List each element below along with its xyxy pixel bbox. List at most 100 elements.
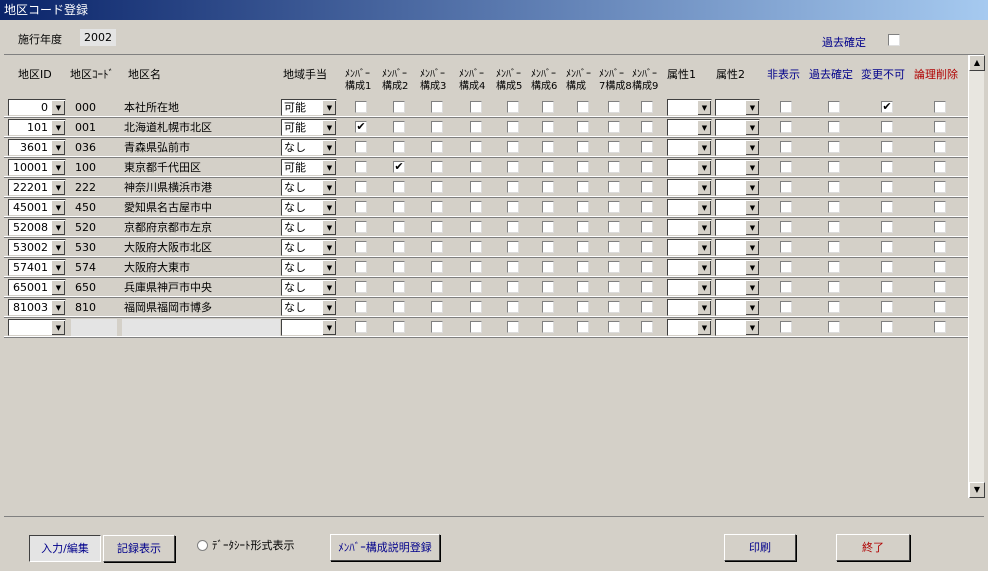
member-5-checkbox[interactable] — [507, 201, 519, 213]
chevron-down-icon[interactable]: ▼ — [697, 240, 711, 255]
attr2-select[interactable]: ▼ — [715, 99, 760, 116]
attr2-select[interactable]: ▼ — [715, 259, 760, 276]
chevron-down-icon[interactable]: ▼ — [51, 220, 65, 235]
member-3-checkbox[interactable] — [431, 201, 443, 213]
member-3-checkbox[interactable] — [431, 301, 443, 313]
member-9-checkbox[interactable] — [641, 221, 653, 233]
member-5-checkbox[interactable] — [507, 121, 519, 133]
member-9-checkbox[interactable] — [641, 281, 653, 293]
member-2-checkbox[interactable] — [393, 241, 405, 253]
member-8-checkbox[interactable] — [608, 201, 620, 213]
no-change-checkbox[interactable] — [881, 281, 893, 293]
attr2-select[interactable]: ▼ — [715, 119, 760, 136]
allowance-select[interactable]: なし ▼ — [281, 179, 337, 196]
member-7-checkbox[interactable] — [577, 281, 589, 293]
no-change-checkbox[interactable] — [881, 301, 893, 313]
area-id-select[interactable]: ▼ — [8, 319, 66, 336]
hidden-checkbox[interactable] — [780, 101, 792, 113]
input-edit-button[interactable]: 入力/編集 — [29, 535, 101, 562]
member-4-checkbox[interactable] — [470, 121, 482, 133]
no-change-checkbox[interactable] — [881, 241, 893, 253]
member-9-checkbox[interactable] — [641, 141, 653, 153]
chevron-down-icon[interactable]: ▼ — [745, 180, 759, 195]
hidden-checkbox[interactable] — [780, 321, 792, 333]
area-id-select[interactable]: 101 ▼ — [8, 119, 66, 136]
allowance-select[interactable]: なし ▼ — [281, 239, 337, 256]
member-1-checkbox[interactable] — [355, 261, 367, 273]
attr2-select[interactable]: ▼ — [715, 239, 760, 256]
member-5-checkbox[interactable] — [507, 241, 519, 253]
member-9-checkbox[interactable] — [641, 121, 653, 133]
chevron-down-icon[interactable]: ▼ — [697, 200, 711, 215]
no-change-checkbox[interactable] — [881, 161, 893, 173]
attr2-select[interactable]: ▼ — [715, 319, 760, 336]
member-6-checkbox[interactable] — [542, 281, 554, 293]
member-3-checkbox[interactable] — [431, 101, 443, 113]
chevron-down-icon[interactable]: ▼ — [745, 120, 759, 135]
chevron-down-icon[interactable]: ▼ — [697, 140, 711, 155]
member-6-checkbox[interactable] — [542, 301, 554, 313]
area-id-select[interactable]: 81003 ▼ — [8, 299, 66, 316]
attr2-select[interactable]: ▼ — [715, 139, 760, 156]
no-change-checkbox[interactable] — [881, 221, 893, 233]
member-8-checkbox[interactable] — [608, 301, 620, 313]
past-confirm-row-checkbox[interactable] — [828, 181, 840, 193]
attr2-select[interactable]: ▼ — [715, 199, 760, 216]
member-2-checkbox[interactable] — [393, 141, 405, 153]
datasheet-view-radio[interactable] — [197, 540, 208, 551]
attr2-select[interactable]: ▼ — [715, 299, 760, 316]
member-4-checkbox[interactable] — [470, 321, 482, 333]
chevron-down-icon[interactable]: ▼ — [51, 200, 65, 215]
member-7-checkbox[interactable] — [577, 221, 589, 233]
chevron-down-icon[interactable]: ▼ — [697, 280, 711, 295]
member-8-checkbox[interactable] — [608, 281, 620, 293]
member-1-checkbox[interactable] — [355, 281, 367, 293]
member-2-checkbox[interactable] — [393, 301, 405, 313]
no-change-checkbox[interactable] — [881, 121, 893, 133]
member-3-checkbox[interactable] — [431, 181, 443, 193]
logical-delete-checkbox[interactable] — [934, 301, 946, 313]
no-change-checkbox[interactable] — [881, 201, 893, 213]
attr1-select[interactable]: ▼ — [667, 199, 712, 216]
member-5-checkbox[interactable] — [507, 161, 519, 173]
logical-delete-checkbox[interactable] — [934, 261, 946, 273]
member-2-checkbox[interactable] — [393, 101, 405, 113]
chevron-down-icon[interactable]: ▼ — [745, 260, 759, 275]
chevron-down-icon[interactable]: ▼ — [745, 320, 759, 335]
chevron-down-icon[interactable]: ▼ — [51, 300, 65, 315]
past-confirm-row-checkbox[interactable] — [828, 221, 840, 233]
attr1-select[interactable]: ▼ — [667, 159, 712, 176]
exit-button[interactable]: 終了 — [836, 534, 910, 561]
hidden-checkbox[interactable] — [780, 301, 792, 313]
no-change-checkbox[interactable] — [881, 141, 893, 153]
member-8-checkbox[interactable] — [608, 241, 620, 253]
member-6-checkbox[interactable] — [542, 321, 554, 333]
chevron-down-icon[interactable]: ▼ — [322, 320, 336, 335]
member-8-checkbox[interactable] — [608, 181, 620, 193]
chevron-down-icon[interactable]: ▼ — [322, 260, 336, 275]
member-7-checkbox[interactable] — [577, 241, 589, 253]
hidden-checkbox[interactable] — [780, 241, 792, 253]
member-3-checkbox[interactable] — [431, 161, 443, 173]
chevron-down-icon[interactable]: ▼ — [322, 120, 336, 135]
member-2-checkbox[interactable] — [393, 281, 405, 293]
chevron-down-icon[interactable]: ▼ — [322, 220, 336, 235]
member-4-checkbox[interactable] — [470, 181, 482, 193]
area-id-select[interactable]: 65001 ▼ — [8, 279, 66, 296]
member-5-checkbox[interactable] — [507, 141, 519, 153]
member-5-checkbox[interactable] — [507, 301, 519, 313]
attr1-select[interactable]: ▼ — [667, 219, 712, 236]
chevron-down-icon[interactable]: ▼ — [745, 100, 759, 115]
member-1-checkbox[interactable] — [355, 161, 367, 173]
member-7-checkbox[interactable] — [577, 161, 589, 173]
record-view-button[interactable]: 記録表示 — [103, 535, 175, 562]
member-8-checkbox[interactable] — [608, 101, 620, 113]
chevron-down-icon[interactable]: ▼ — [322, 200, 336, 215]
logical-delete-checkbox[interactable] — [934, 181, 946, 193]
member-4-checkbox[interactable] — [470, 141, 482, 153]
past-confirm-row-checkbox[interactable] — [828, 301, 840, 313]
scroll-down-icon[interactable]: ▼ — [969, 482, 985, 498]
member-4-checkbox[interactable] — [470, 241, 482, 253]
print-button[interactable]: 印刷 — [724, 534, 796, 561]
member-2-checkbox[interactable] — [393, 181, 405, 193]
